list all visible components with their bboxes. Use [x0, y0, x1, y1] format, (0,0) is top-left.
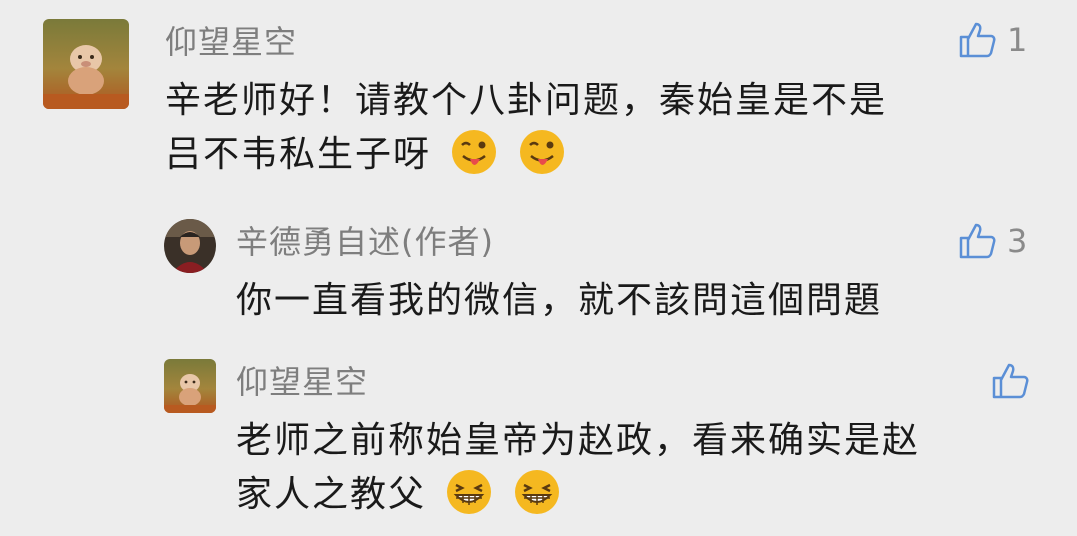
- comment-text-fragment: 家人之教父: [236, 474, 427, 515]
- like-button[interactable]: [990, 361, 1030, 401]
- comment-text-line: 辛老师好！请教个八卦问题，秦始皇是不是: [165, 80, 888, 121]
- comment-author[interactable]: 仰望星空: [165, 22, 297, 62]
- comment-text: 辛老师好！请教个八卦问题，秦始皇是不是 吕不韦私生子呀: [165, 74, 1025, 182]
- tongue-wink-emoji: [518, 128, 566, 176]
- comment-author[interactable]: 仰望星空: [236, 362, 368, 402]
- comment-text-line: 家人之教父: [236, 468, 1056, 522]
- comment-text-line: 老师之前称始皇帝为赵政，看来确实是赵: [236, 420, 921, 461]
- thumbs-up-icon: [992, 363, 1029, 399]
- like-button[interactable]: 1: [957, 20, 1027, 60]
- comment-author[interactable]: 辛德勇自述(作者): [236, 222, 494, 262]
- avatar[interactable]: [164, 219, 216, 273]
- avatar[interactable]: [164, 359, 216, 413]
- comment-text-fragment: 吕不韦私生子呀: [165, 134, 432, 175]
- grin-emoji: [513, 468, 561, 516]
- like-button[interactable]: 3: [957, 221, 1027, 261]
- grin-emoji: [445, 468, 493, 516]
- comment-text: 你一直看我的微信，就不該問這個問題: [236, 280, 883, 321]
- thumbs-up-icon: [959, 223, 996, 259]
- like-count: 1: [1007, 21, 1028, 59]
- like-count: 3: [1007, 222, 1028, 260]
- tongue-wink-emoji: [450, 128, 498, 176]
- thumbs-up-icon: [959, 22, 996, 58]
- comment-text-line: 吕不韦私生子呀: [165, 128, 1025, 182]
- avatar[interactable]: [43, 19, 129, 109]
- comment-text: 老师之前称始皇帝为赵政，看来确实是赵 家人之教父: [236, 414, 1056, 522]
